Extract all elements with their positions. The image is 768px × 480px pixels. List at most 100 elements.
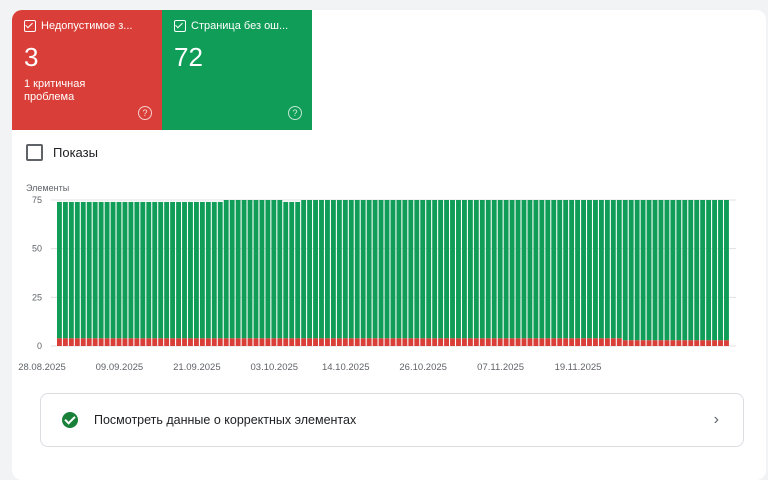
- bar-segment: [205, 201, 211, 339]
- bar-segment: [336, 200, 342, 339]
- bar-segment: [456, 338, 461, 346]
- bar-segment: [384, 338, 390, 346]
- invalid-tile-value: 3: [24, 42, 39, 72]
- bar-segment: [604, 200, 610, 339]
- bar-segment: [521, 338, 527, 346]
- bar-segment: [467, 200, 473, 339]
- bar-segment: [593, 200, 598, 339]
- bar-segment: [146, 338, 152, 346]
- bar-segment: [384, 200, 390, 339]
- bar-segment: [98, 338, 104, 346]
- y-tick-label: 75: [32, 195, 42, 205]
- bar-segment: [682, 340, 688, 346]
- help-icon[interactable]: ?: [138, 106, 152, 120]
- bar-segment: [307, 338, 313, 346]
- bar-segment: [479, 338, 485, 346]
- bar-segment: [658, 340, 664, 346]
- bar-segment: [700, 340, 706, 346]
- bar-segment: [307, 200, 313, 339]
- invalid-tile-header: Недопустимое з...: [24, 20, 150, 32]
- bar-segment: [622, 340, 628, 346]
- bar-segment: [188, 201, 193, 339]
- bar-segment: [634, 200, 640, 341]
- bar-segment: [688, 340, 694, 346]
- x-tick-label: 21.09.2025: [173, 362, 221, 373]
- bar-segment: [295, 338, 301, 346]
- bar-segment: [313, 200, 318, 339]
- bar-segment: [152, 338, 158, 346]
- bar-segment: [152, 201, 158, 339]
- x-tick-label: 03.10.2025: [251, 362, 299, 373]
- bar-segment: [98, 201, 104, 339]
- bar-segment: [581, 200, 586, 339]
- bar-segment: [57, 338, 62, 346]
- bar-segment: [348, 338, 354, 346]
- bar-segment: [217, 338, 223, 346]
- check-circle-icon: [62, 412, 78, 428]
- y-tick-label: 50: [32, 244, 42, 254]
- bar-segment: [408, 338, 414, 346]
- bar-segment: [473, 200, 479, 339]
- bar-segment: [170, 201, 176, 339]
- checkbox-unchecked-icon[interactable]: [26, 144, 43, 161]
- bar-segment: [325, 338, 330, 346]
- bar-segment: [74, 338, 80, 346]
- valid-tile-header: Страница без ош...: [174, 20, 300, 32]
- bar-segment: [110, 338, 116, 346]
- bar-segment: [92, 338, 98, 346]
- x-tick-label: 28.08.2025: [18, 362, 66, 373]
- bar-segment: [539, 200, 545, 339]
- x-tick-label: 09.09.2025: [96, 362, 144, 373]
- items-chart: Элементы 0 25 50 75 28.08.2025 09.09.2025 21.09…: [18, 183, 736, 373]
- impressions-toggle[interactable]: Показы: [26, 144, 98, 161]
- bar-segment: [450, 200, 455, 339]
- bar-segment: [491, 338, 497, 346]
- bar-segment: [354, 200, 360, 339]
- bar-segment: [134, 338, 140, 346]
- bar-segment: [80, 201, 86, 339]
- view-valid-items-link[interactable]: Посмотреть данные о корректных элементах…: [40, 393, 744, 447]
- bar-segment: [366, 338, 372, 346]
- x-tick-label: 26.10.2025: [399, 362, 447, 373]
- bar-segment: [122, 338, 128, 346]
- bar-segment: [62, 338, 68, 346]
- bar-segment: [610, 200, 616, 339]
- checkbox-checked-icon[interactable]: [174, 20, 186, 32]
- bar-segment: [360, 338, 366, 346]
- bar-segment: [158, 201, 164, 339]
- bar-segment: [247, 338, 253, 346]
- bar-segment: [277, 338, 283, 346]
- bar-segment: [188, 338, 193, 346]
- invalid-items-tile[interactable]: Недопустимое з... 3 1 критичная проблема…: [12, 10, 162, 130]
- bar-segment: [718, 340, 723, 346]
- bar-segment: [676, 200, 682, 341]
- bar-segment: [277, 200, 283, 339]
- bar-segment: [420, 200, 426, 339]
- bar-segment: [479, 200, 485, 339]
- bar-segment: [426, 200, 432, 339]
- checkbox-checked-icon[interactable]: [24, 20, 36, 32]
- bar-segment: [652, 340, 658, 346]
- bar-segment: [688, 200, 694, 341]
- bar-segment: [551, 200, 557, 339]
- bar-segment: [438, 338, 444, 346]
- bar-segment: [432, 338, 438, 346]
- bar-segment: [575, 200, 581, 339]
- bar-segment: [444, 200, 449, 339]
- bar-segment: [199, 338, 205, 346]
- bar-segment: [134, 201, 140, 339]
- bar-segment: [646, 200, 652, 341]
- valid-items-tile[interactable]: Страница без ош... 72 ?: [162, 10, 312, 130]
- bar-segment: [503, 200, 509, 339]
- bar-segment: [396, 338, 402, 346]
- help-icon[interactable]: ?: [288, 106, 302, 120]
- bar-segment: [450, 338, 455, 346]
- valid-tile-value: 72: [174, 42, 203, 72]
- bar-segment: [402, 200, 408, 339]
- bar-segment: [211, 201, 217, 339]
- bar-segment: [563, 338, 569, 346]
- bar-segment: [330, 200, 336, 339]
- bar-segment: [235, 200, 241, 339]
- bar-segment: [527, 200, 533, 339]
- invalid-tile-subtitle: 1 критичная проблема: [24, 78, 86, 103]
